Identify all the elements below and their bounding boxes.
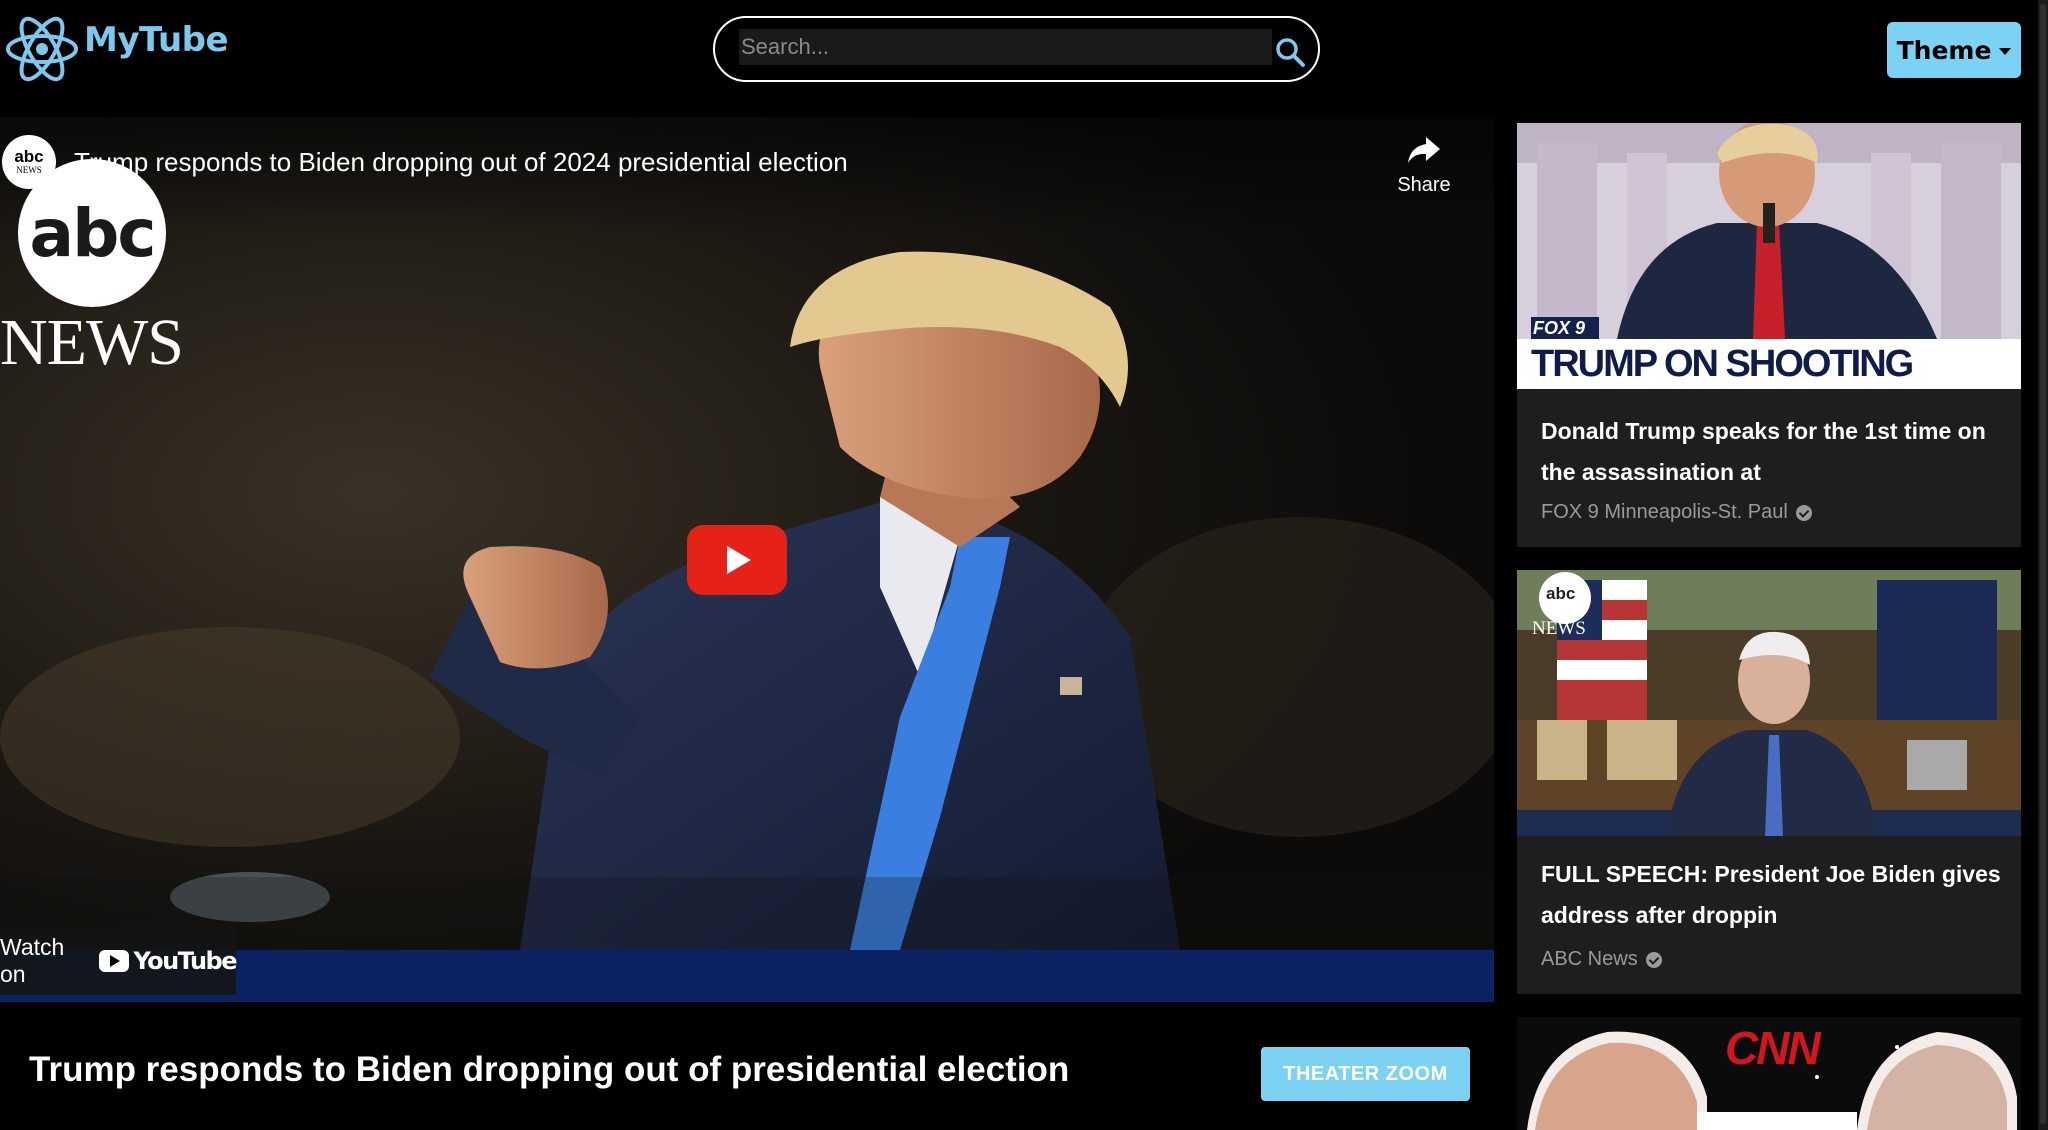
theme-label: Theme: [1896, 35, 1992, 65]
thumbnail-badge: FOX 9: [1533, 318, 1586, 338]
news-watermark-text: NEWS: [0, 306, 184, 379]
related-video-card[interactable]: FOX 9 TRUMP ON SHOOTING Donald Trump spe…: [1517, 123, 2021, 547]
related-video-channel[interactable]: FOX 9 Minneapolis-St. Paul: [1541, 501, 1812, 524]
verified-icon: [1795, 504, 1812, 521]
youtube-brand: YouTube: [99, 947, 237, 975]
video-title: Trump responds to Biden dropping out of …: [29, 1050, 1070, 1089]
share-icon: [1408, 137, 1440, 163]
search-icon[interactable]: [1273, 35, 1307, 69]
video-thumbnail[interactable]: abc NEWS: [1517, 570, 2021, 836]
related-video-card[interactable]: CNN: [1517, 1017, 2021, 1130]
channel-avatar-bottom: NEWS: [16, 165, 42, 175]
related-video-title[interactable]: Donald Trump speaks for the 1st time on …: [1541, 411, 2011, 493]
theater-zoom-button[interactable]: THEATER ZOOM: [1261, 1047, 1470, 1101]
page-scrollbar-thumb[interactable]: [2040, 4, 2046, 1124]
video-player[interactable]: abc NEWS abc NEWS Trump responds to Bide…: [0, 117, 1494, 1002]
share-label: Share: [1397, 174, 1451, 196]
atom-logo-icon: [6, 16, 78, 82]
thumbnail-badge-top: abc: [1546, 584, 1576, 603]
video-thumbnail[interactable]: CNN: [1517, 1017, 2021, 1130]
thumbnail-brand: CNN: [1725, 1022, 1821, 1074]
app-name: MyTube: [84, 20, 229, 60]
thumbnail-badge-bottom: NEWS: [1532, 618, 1586, 639]
theme-dropdown-button[interactable]: Theme: [1887, 22, 2021, 78]
channel-name: FOX 9 Minneapolis-St. Paul: [1541, 501, 1788, 523]
related-video-card[interactable]: abc NEWS FULL SPEECH: President Joe Bide…: [1517, 570, 2021, 994]
play-icon[interactable]: [687, 525, 787, 595]
watch-on-youtube-button[interactable]: Watch on YouTube: [0, 927, 237, 995]
watch-on-label: Watch on: [0, 934, 65, 987]
embedded-video-title[interactable]: Trump responds to Biden dropping out of …: [74, 147, 848, 178]
search-input[interactable]: [739, 29, 1272, 65]
youtube-logo-icon: [99, 950, 130, 972]
share-button[interactable]: Share: [1394, 135, 1454, 205]
related-video-title[interactable]: FULL SPEECH: President Joe Biden gives a…: [1541, 854, 2011, 936]
thumbnail-image: [1517, 570, 2021, 836]
caret-down-icon: [1999, 47, 2012, 55]
verified-icon: [1645, 951, 1662, 968]
search-bar: [713, 16, 1320, 82]
logo-link[interactable]: MyTube: [4, 14, 229, 84]
video-thumbnail[interactable]: FOX 9 TRUMP ON SHOOTING: [1517, 123, 2021, 389]
top-bar: MyTube Theme: [0, 0, 2048, 104]
thumbnail-headline: TRUMP ON SHOOTING: [1531, 343, 1914, 385]
youtube-wordmark: YouTube: [133, 947, 237, 975]
channel-name: ABC News: [1541, 948, 1638, 970]
channel-avatar[interactable]: abc NEWS: [2, 135, 56, 189]
related-video-channel[interactable]: ABC News: [1541, 948, 1662, 971]
channel-avatar-top: abc: [14, 147, 44, 166]
